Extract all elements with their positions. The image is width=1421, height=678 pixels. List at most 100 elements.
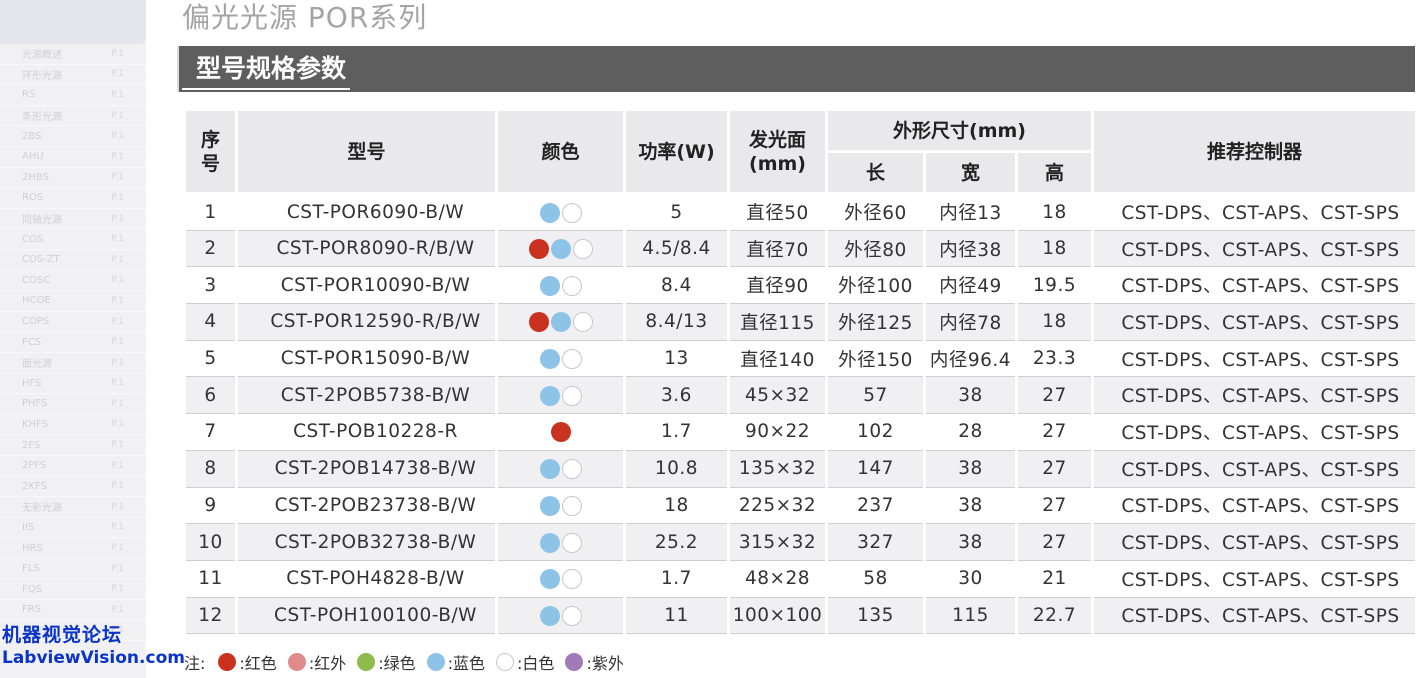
blue-light-dot-icon: [539, 459, 560, 480]
cell-emit: 100×100: [727, 597, 828, 635]
header-length: 长: [825, 150, 926, 195]
sidebar-item[interactable]: 2PFS P.1: [0, 456, 146, 477]
header-power: 功率(W): [623, 108, 730, 195]
sidebar-item[interactable]: FLS P.1: [0, 559, 146, 580]
sidebar-item-label: FCS: [22, 336, 42, 348]
cell-index: 6: [183, 376, 238, 415]
sidebar-item[interactable]: IIS P.1: [0, 518, 146, 539]
cell-height: 27: [1014, 450, 1095, 488]
sidebar-item-page: P.1: [111, 69, 124, 80]
legend-label: :红色: [239, 654, 277, 673]
sidebar-item-page: P.1: [111, 110, 124, 121]
sidebar-item-label: COPS: [22, 316, 50, 328]
cell-length: 237: [825, 487, 926, 525]
pink-legend-dot-icon: [287, 653, 306, 671]
cell-colors: [495, 340, 626, 378]
table-row: 5 CST-POR15090-B/W 13 直径140 外径150 内径96.4 23.3 C…: [183, 340, 1419, 378]
sidebar-item[interactable]: 2HBS P.1: [0, 168, 146, 189]
sidebar-item-page: P.1: [111, 398, 124, 409]
legend-item: :红外: [287, 650, 346, 674]
sidebar-item[interactable]: KHFS P.1: [0, 415, 146, 436]
cell-power: 10.8: [623, 450, 730, 488]
cell-controller: CST-DPS、CST-APS、CST-SPS: [1091, 230, 1419, 268]
sidebar-item-page: P.1: [111, 254, 124, 265]
cell-index: 1: [183, 193, 238, 231]
sidebar-item-label: FQS: [22, 583, 42, 595]
cell-controller: CST-DPS、CST-APS、CST-SPS: [1091, 376, 1419, 415]
sidebar-item[interactable]: 条形光源 P.1: [0, 106, 146, 127]
cell-emit: 135×32: [727, 450, 828, 488]
cell-controller: CST-DPS、CST-APS、CST-SPS: [1091, 487, 1419, 525]
cell-height: 23.3: [1014, 340, 1095, 378]
sidebar-item-page: P.1: [111, 604, 124, 615]
section-bar: [177, 46, 1415, 92]
header-color: 颜色: [495, 108, 626, 195]
color-legend: 注: :红色:红外:绿色:蓝色:白色:紫外: [184, 650, 634, 674]
cell-width: 内径38: [923, 230, 1018, 268]
cell-model: CST-2POB5738-B/W: [235, 376, 498, 415]
cell-emit: 直径70: [727, 230, 828, 268]
table-row: 2 CST-POR8090-R/B/W 4.5/8.4 直径70 外径80 内径38 18 C…: [183, 230, 1419, 268]
sidebar-item[interactable]: 同轴光源 P.1: [0, 209, 146, 230]
sidebar-item[interactable]: 2FS P.1: [0, 435, 146, 456]
sidebar-item-page: P.1: [111, 275, 124, 286]
sidebar-item[interactable]: FQS P.1: [0, 579, 146, 601]
blue-light-dot-icon: [550, 312, 571, 333]
cell-emit: 直径90: [727, 266, 828, 305]
cell-colors: [495, 376, 626, 415]
blue-light-dot-icon: [539, 275, 560, 296]
sidebar-item-label: 2PFS: [22, 460, 47, 472]
cell-width: 28: [923, 413, 1018, 451]
sidebar-item-page: P.1: [111, 89, 124, 100]
sidebar-item[interactable]: ROS P.1: [0, 188, 146, 209]
sidebar-item[interactable]: AHU P.1: [0, 147, 146, 168]
sidebar-item[interactable]: FRS P.1: [0, 600, 146, 621]
sidebar-item[interactable]: 面光源 P.1: [0, 353, 146, 374]
cell-colors: [495, 523, 626, 561]
sidebar-item-page: P.1: [111, 357, 124, 368]
red-light-dot-icon: [528, 239, 549, 260]
header-model: 型号: [235, 108, 498, 195]
header-width: 宽: [923, 150, 1018, 195]
sidebar-item[interactable]: PHFS P.1: [0, 394, 146, 415]
sidebar-item[interactable]: COPS P.1: [0, 312, 146, 333]
sidebar-item-label: PHFS: [22, 398, 48, 410]
sidebar-item[interactable]: HCOE P.1: [0, 291, 146, 312]
white-light-dot-icon: [561, 202, 582, 223]
cell-model: CST-2POB32738-B/W: [235, 523, 498, 561]
sidebar-item-label: 条形光源: [22, 112, 62, 124]
cell-length: 102: [825, 413, 926, 451]
white-light-dot-icon: [561, 385, 582, 406]
sidebar-item[interactable]: COS P.1: [0, 229, 146, 250]
sidebar-item[interactable]: 环形光源 P.1: [0, 65, 146, 86]
sidebar-item[interactable]: 2BS P.1: [0, 126, 146, 147]
cell-height: 18: [1014, 230, 1095, 268]
white-light-dot-icon: [561, 569, 582, 590]
cell-length: 135: [825, 597, 926, 635]
sidebar-list: 光源概述 P.1 环形光源 P.1 RS P.1 条形光源 P.1 2BS P.1 AHU P.1 2H…: [0, 44, 146, 642]
white-light-dot-icon: [572, 239, 593, 260]
sidebar-item-label: ROS: [22, 192, 44, 204]
header-emit-line2: (mm): [749, 152, 806, 175]
cell-emit: 直径140: [727, 340, 828, 378]
cell-power: 8.4/13: [623, 303, 730, 341]
sidebar-item[interactable]: COSC P.1: [0, 271, 146, 292]
sidebar-item-label: HRS: [22, 542, 43, 554]
cell-width: 内径78: [923, 303, 1018, 341]
sidebar-item[interactable]: 光源概述 P.1: [0, 44, 146, 65]
sidebar-item[interactable]: HFS P.1: [0, 374, 146, 395]
sidebar-item[interactable]: FCS P.1: [0, 332, 146, 353]
cell-colors: [495, 487, 626, 525]
sidebar-item[interactable]: HRS P.1: [0, 538, 146, 559]
sidebar-item[interactable]: 无影光源 P.1: [0, 497, 146, 518]
cell-index: 7: [183, 413, 238, 451]
sidebar-item[interactable]: RS P.1: [0, 85, 146, 106]
blue-light-dot-icon: [539, 202, 560, 223]
sidebar-item[interactable]: 2KFS P.1: [0, 476, 146, 498]
cell-height: 27: [1014, 487, 1095, 525]
header-index-label: 序号: [200, 128, 220, 175]
cell-length: 外径100: [825, 266, 926, 305]
cell-length: 147: [825, 450, 926, 488]
sidebar-item-label: 2BS: [22, 130, 42, 142]
sidebar-item[interactable]: COS-ZT P.1: [0, 250, 146, 271]
